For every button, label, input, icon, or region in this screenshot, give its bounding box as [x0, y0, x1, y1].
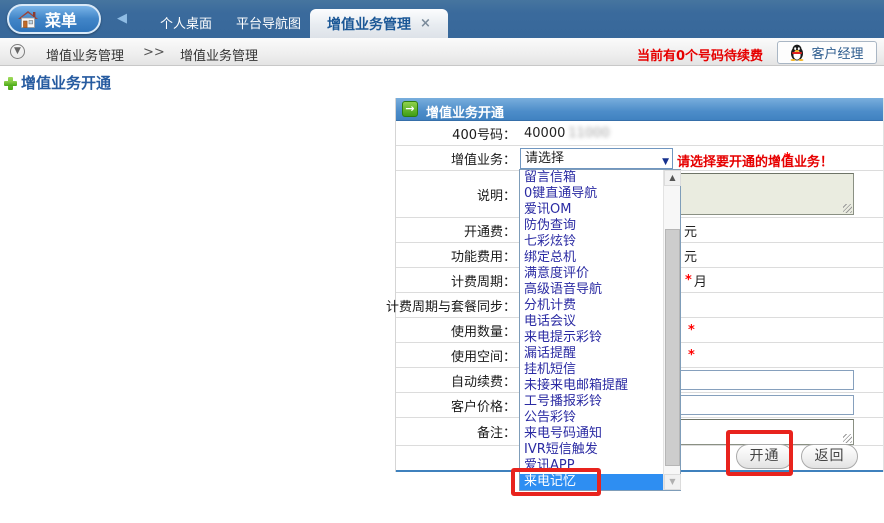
customer-manager-button[interactable]: 客户经理 [777, 41, 877, 64]
tab-value-added-service-management[interactable]: 增值业务管理 × [310, 9, 448, 38]
service-required-hint: 请选择要开通的增值业务！ [677, 151, 833, 170]
customer-manager-label: 客户经理 [811, 43, 863, 62]
number-400-redacted: 11000 [568, 126, 609, 141]
field-label-usage-space: 使用空间： [396, 343, 518, 367]
unit-yuan: 元 [684, 218, 697, 242]
panel-title: 增值业务开通 [426, 102, 504, 121]
field-label-customer-price: 客户价格： [396, 393, 518, 417]
number-400-value: 4000011000 [524, 121, 610, 145]
field-label-400-number: 400号码： [396, 121, 518, 145]
dropdown-option-6[interactable]: 满意度评价 [520, 266, 663, 282]
form-row-service-select: 增值业务： 请选择 ▼ 请选择要开通的增值业务！ * [396, 146, 883, 171]
field-label-auto-renew: 自动续费： [396, 368, 518, 392]
dropdown-option-13[interactable]: 未接来电邮箱提醒 [520, 378, 663, 394]
billing-cycle-unit: *月 [685, 268, 707, 292]
dropdown-options: 留言信箱0键直通导航爱讯OM防伪查询七彩炫铃绑定总机满意度评价高级语音导航分机计… [520, 170, 663, 490]
required-asterisk: * [688, 343, 695, 367]
app-window: 菜单 ◀ 个人桌面 平台导航图 增值业务管理 × ▼ 增值业务管理 >> 增值业… [0, 0, 884, 523]
breadcrumb-bar: ▼ 增值业务管理 >> 增值业务管理 当前有0个号码待续费 客户经理 [0, 38, 884, 66]
home-icon [18, 11, 38, 28]
field-label-remarks: 备注： [396, 418, 518, 445]
dropdown-option-14[interactable]: 工号播报彩铃 [520, 394, 663, 410]
dropdown-option-9[interactable]: 电话会议 [520, 314, 663, 330]
unit-yuan: 元 [684, 243, 697, 267]
field-label-activation-fee: 开通费： [396, 218, 518, 242]
back-button[interactable]: 返回 [801, 444, 858, 469]
field-label-description: 说明： [396, 171, 518, 217]
breadcrumb-separator: >> [143, 45, 165, 60]
menu-button-label: 菜单 [45, 7, 77, 31]
tab-platform-navigation[interactable]: 平台导航图 [236, 13, 301, 32]
dropdown-option-15[interactable]: 公告彩铃 [520, 410, 663, 426]
dropdown-option-5[interactable]: 绑定总机 [520, 250, 663, 266]
scroll-down-icon[interactable]: ▼ [664, 474, 681, 490]
collapse-icon[interactable]: ▼ [10, 44, 25, 59]
active-tab-label: 增值业务管理 [327, 14, 411, 34]
field-label-cycle-sync: 计费周期与套餐同步： [396, 293, 518, 317]
dropdown-option-8[interactable]: 分机计费 [520, 298, 663, 314]
dropdown-option-16[interactable]: 来电号码通知 [520, 426, 663, 442]
service-select[interactable]: 请选择 ▼ [520, 148, 673, 169]
field-label-service: 增值业务： [396, 146, 518, 170]
dropdown-option-10[interactable]: 来电提示彩铃 [520, 330, 663, 346]
scrollbar-thumb[interactable] [665, 229, 680, 466]
annotation-box-activate-button [726, 430, 793, 476]
arrow-right-icon: → [402, 101, 418, 117]
close-icon[interactable]: × [420, 16, 431, 31]
form-row-400-number: 400号码： 4000011000 [396, 121, 883, 146]
dropdown-option-0[interactable]: 留言信箱 [520, 170, 663, 186]
dropdown-option-1[interactable]: 0键直通导航 [520, 186, 663, 202]
field-label-function-fee: 功能费用： [396, 243, 518, 267]
field-label-usage-quantity: 使用数量： [396, 318, 518, 342]
qq-penguin-icon [790, 44, 804, 61]
dropdown-option-3[interactable]: 防伪查询 [520, 218, 663, 234]
dropdown-option-12[interactable]: 挂机短信 [520, 362, 663, 378]
breadcrumb-current: 增值业务管理 [180, 45, 258, 64]
dropdown-option-11[interactable]: 漏话提醒 [520, 346, 663, 362]
dropdown-option-17[interactable]: IVR短信触发 [520, 442, 663, 458]
breadcrumb-parent[interactable]: 增值业务管理 [46, 45, 124, 64]
renewal-notice: 当前有0个号码待续费 [637, 45, 763, 64]
annotation-box-selected-option [511, 468, 601, 496]
dropdown-option-7[interactable]: 高级语音导航 [520, 282, 663, 298]
dropdown-scrollbar[interactable]: ▲ ▼ [663, 170, 680, 490]
page-title: 增值业务开通 [21, 72, 111, 93]
required-asterisk: * [688, 318, 695, 342]
dropdown-option-2[interactable]: 爱讯OM [520, 202, 663, 218]
required-asterisk: * [685, 273, 692, 288]
tab-scroll-left-icon[interactable]: ◀ [117, 11, 127, 26]
dropdown-option-4[interactable]: 七彩炫铃 [520, 234, 663, 250]
resize-handle-icon[interactable] [843, 434, 852, 443]
field-label-billing-cycle: 计费周期： [396, 268, 518, 292]
plus-icon [4, 77, 17, 90]
resize-handle-icon[interactable] [843, 204, 852, 213]
service-dropdown-list: 留言信箱0键直通导航爱讯OM防伪查询七彩炫铃绑定总机满意度评价高级语音导航分机计… [519, 169, 681, 491]
tab-personal-desktop[interactable]: 个人桌面 [160, 13, 212, 32]
service-select-value: 请选择 [525, 151, 564, 166]
required-asterisk: * [784, 151, 791, 166]
number-400-visible: 40000 [524, 126, 565, 141]
panel-header: → 增值业务开通 [396, 98, 883, 121]
menu-button[interactable]: 菜单 [7, 4, 101, 34]
top-navigation-bar: 菜单 ◀ 个人桌面 平台导航图 增值业务管理 × [0, 0, 884, 38]
scroll-up-icon[interactable]: ▲ [664, 170, 681, 186]
